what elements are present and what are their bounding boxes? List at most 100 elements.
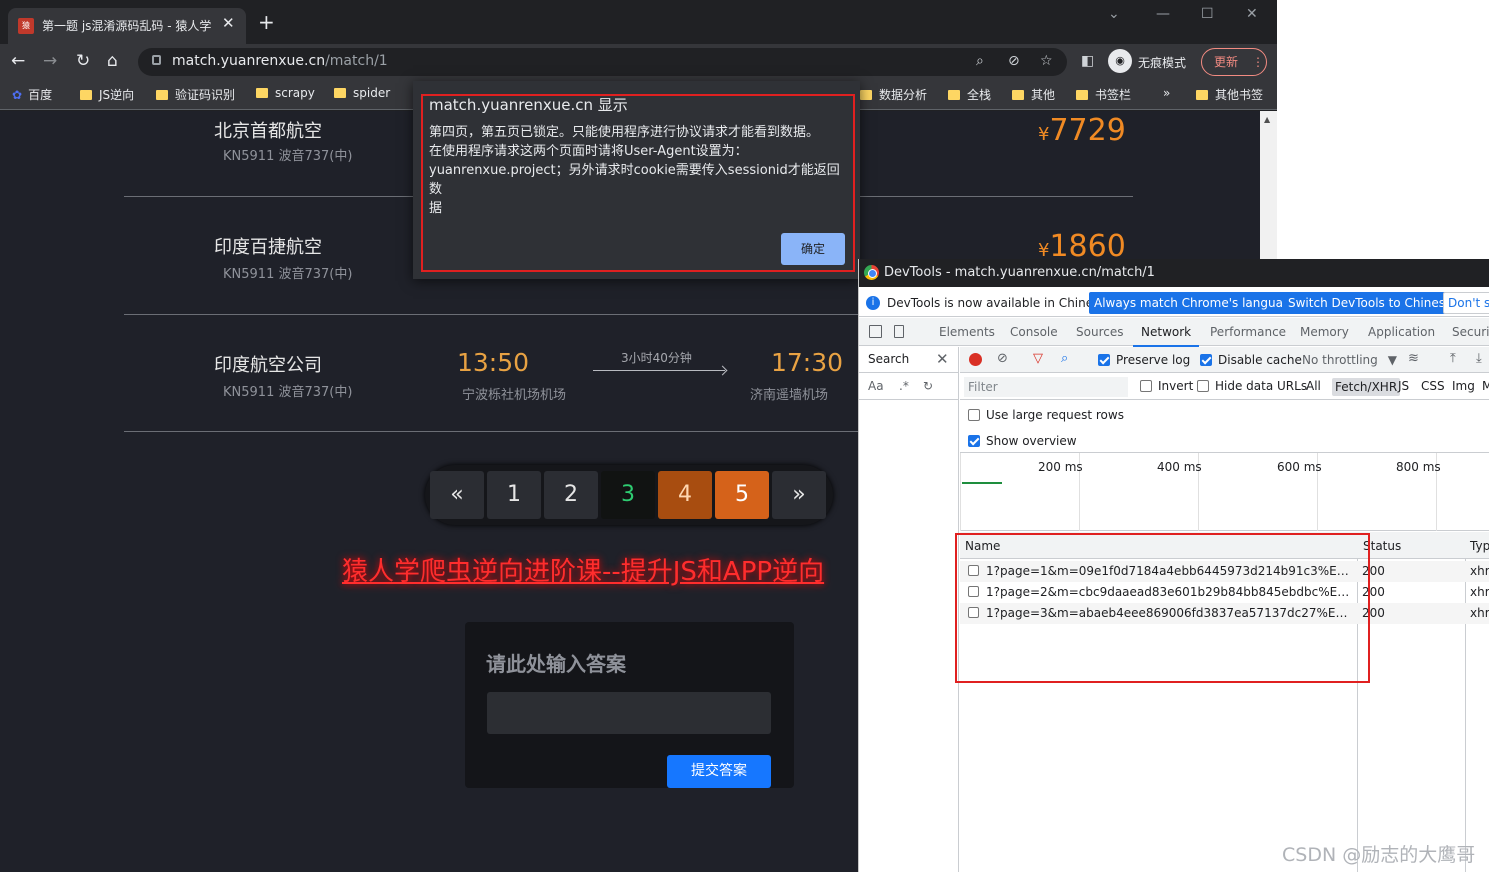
tracking-blocked-icon[interactable]: ⊘ bbox=[1008, 53, 1020, 69]
tab-security[interactable]: Securit bbox=[1452, 325, 1489, 339]
flight-number: KN5911 波音737(中) bbox=[223, 149, 353, 164]
airline-name: 印度航空公司 bbox=[214, 355, 322, 376]
network-options: Use large request rows Show overview bbox=[960, 401, 1489, 453]
scroll-up-icon[interactable]: ▲ bbox=[1264, 115, 1270, 124]
home-icon[interactable]: ⌂ bbox=[107, 52, 118, 70]
tab-console[interactable]: Console bbox=[1010, 325, 1058, 339]
match-case-toggle[interactable]: Aa bbox=[868, 379, 884, 393]
tab-network[interactable]: Network bbox=[1132, 325, 1200, 347]
disable-cache-checkbox[interactable]: Disable cache bbox=[1200, 353, 1302, 367]
page-1-button[interactable]: 1 bbox=[487, 471, 541, 519]
bookmark-captcha[interactable]: 验证码识别 bbox=[156, 86, 235, 103]
lock-icon[interactable] bbox=[152, 55, 161, 65]
update-button[interactable]: 更新 ⋮ bbox=[1201, 48, 1267, 76]
switch-to-chinese-button[interactable]: Switch DevTools to Chinese bbox=[1283, 292, 1458, 314]
record-icon[interactable] bbox=[969, 353, 982, 366]
browser-tab[interactable]: 猿 第一题 js混淆源码乱码 - 猿人学 ✕ bbox=[8, 8, 246, 44]
price: ¥7729 bbox=[1038, 113, 1126, 148]
filter-js[interactable]: JS bbox=[1398, 379, 1409, 393]
flight-number: KN5911 波音737(中) bbox=[223, 267, 353, 282]
inspect-icon[interactable] bbox=[869, 325, 882, 338]
minimize-icon[interactable]: — bbox=[1156, 6, 1170, 22]
address-bar[interactable]: match.yuanrenxue.cn/match/1 ⌕ ⊘ ☆ bbox=[138, 48, 1067, 76]
clear-icon[interactable]: ⊘ bbox=[997, 351, 1008, 366]
device-toolbar-icon[interactable] bbox=[894, 325, 904, 338]
prev-page-button[interactable]: « bbox=[430, 471, 484, 519]
flight-duration: 3小时40分钟 bbox=[621, 351, 692, 365]
tab-sources[interactable]: Sources bbox=[1076, 325, 1123, 339]
filter-fetch-xhr[interactable]: Fetch/XHR bbox=[1332, 378, 1401, 396]
answer-title: 请此处输入答案 bbox=[486, 652, 626, 676]
page-2-button[interactable]: 2 bbox=[544, 471, 598, 519]
regex-toggle[interactable]: .* bbox=[899, 379, 909, 393]
answer-input[interactable] bbox=[487, 692, 771, 734]
promo-link[interactable]: 猿人学爬虫逆向进阶课--提升JS和APP逆向 bbox=[342, 551, 824, 588]
folder-icon bbox=[1076, 90, 1088, 100]
bookmark-spider[interactable]: spider bbox=[334, 86, 390, 100]
bookmarks-overflow-icon[interactable]: » bbox=[1163, 86, 1170, 100]
search-icon[interactable]: ⌕ bbox=[1061, 351, 1068, 366]
tick-label: 800 ms bbox=[1396, 460, 1441, 474]
large-rows-checkbox[interactable]: Use large request rows bbox=[968, 408, 1124, 422]
browser-toolbar: ← → ↻ ⌂ match.yuanrenxue.cn/match/1 ⌕ ⊘ … bbox=[0, 44, 1277, 80]
column-type[interactable]: Typ bbox=[1470, 539, 1489, 553]
filter-icon[interactable]: ▽ bbox=[1033, 351, 1043, 366]
folder-icon bbox=[80, 90, 92, 100]
next-page-button[interactable]: » bbox=[772, 471, 826, 519]
bookmark-bar-folder[interactable]: 书签栏 bbox=[1076, 86, 1131, 103]
export-har-icon[interactable]: ⤓ bbox=[1476, 351, 1482, 366]
bookmark-baidu[interactable]: ✿ 百度 bbox=[12, 86, 52, 103]
answer-panel: 请此处输入答案 提交答案 bbox=[465, 622, 794, 788]
match-language-button[interactable]: Always match Chrome's language bbox=[1089, 292, 1303, 314]
filter-all[interactable]: All bbox=[1306, 379, 1321, 393]
bookmark-scrapy[interactable]: scrapy bbox=[256, 86, 315, 100]
refresh-search-icon[interactable]: ↻ bbox=[923, 379, 933, 393]
new-tab-icon[interactable]: + bbox=[258, 12, 275, 32]
show-overview-checkbox[interactable]: Show overview bbox=[968, 434, 1077, 448]
page-scrollbar[interactable]: ▲ bbox=[1260, 111, 1277, 261]
infobar-message: DevTools is now available in Chinese! bbox=[887, 296, 1112, 310]
depart-time: 13:50 bbox=[457, 348, 530, 377]
bookmark-data-analysis[interactable]: 数据分析 bbox=[860, 86, 927, 103]
invert-checkbox[interactable]: Invert bbox=[1140, 379, 1193, 393]
side-panel-icon[interactable]: ◧ bbox=[1081, 53, 1094, 69]
tab-performance[interactable]: Performance bbox=[1210, 325, 1286, 339]
airline-name: 印度百捷航空 bbox=[214, 237, 322, 258]
maximize-icon[interactable]: ☐ bbox=[1201, 6, 1214, 22]
close-window-icon[interactable]: ✕ bbox=[1246, 6, 1258, 22]
filter-css[interactable]: CSS bbox=[1421, 379, 1445, 393]
page-4-button[interactable]: 4 bbox=[658, 471, 712, 519]
tab-search-icon[interactable]: ⌄ bbox=[1108, 6, 1120, 22]
preserve-log-checkbox[interactable]: Preserve log bbox=[1098, 353, 1190, 367]
bookmark-js[interactable]: JS逆向 bbox=[80, 86, 134, 103]
folder-icon bbox=[1196, 90, 1208, 100]
close-search-icon[interactable]: ✕ bbox=[936, 350, 949, 368]
tab-application[interactable]: Application bbox=[1368, 325, 1435, 339]
tab-memory[interactable]: Memory bbox=[1300, 325, 1349, 339]
forward-icon[interactable]: → bbox=[43, 52, 57, 70]
tab-elements[interactable]: Elements bbox=[939, 325, 995, 339]
close-tab-icon[interactable]: ✕ bbox=[222, 14, 235, 32]
zoom-icon[interactable]: ⌕ bbox=[976, 53, 984, 69]
url-text: match.yuanrenxue.cn/match/1 bbox=[172, 53, 388, 69]
incognito-indicator[interactable]: ◉ 无痕模式 bbox=[1108, 49, 1194, 75]
search-options: Aa .* ↻ bbox=[859, 374, 959, 400]
filter-input[interactable]: Filter bbox=[964, 377, 1128, 397]
throttling-select[interactable]: No throttling ▼ bbox=[1302, 353, 1397, 367]
filter-img[interactable]: Img bbox=[1452, 379, 1475, 393]
dont-show-button[interactable]: Don't sh bbox=[1443, 292, 1489, 314]
bookmark-other[interactable]: 其他 bbox=[1012, 86, 1055, 103]
page-3-button[interactable]: 3 bbox=[601, 471, 655, 519]
filter-media[interactable]: M bbox=[1482, 379, 1489, 393]
bookmark-other-bookmarks[interactable]: 其他书签 bbox=[1196, 86, 1263, 103]
hide-data-urls-checkbox[interactable]: Hide data URLs bbox=[1197, 379, 1307, 393]
back-icon[interactable]: ← bbox=[11, 52, 25, 70]
network-conditions-icon[interactable]: ≋ bbox=[1408, 351, 1419, 366]
bookmark-fullstack[interactable]: 全栈 bbox=[948, 86, 991, 103]
submit-answer-button[interactable]: 提交答案 bbox=[667, 755, 771, 788]
arrive-airport: 济南遥墙机场 bbox=[750, 388, 829, 403]
star-icon[interactable]: ☆ bbox=[1040, 53, 1053, 69]
page-5-button[interactable]: 5 bbox=[715, 471, 769, 519]
reload-icon[interactable]: ↻ bbox=[76, 52, 90, 70]
import-har-icon[interactable]: ⤒ bbox=[1450, 351, 1456, 366]
